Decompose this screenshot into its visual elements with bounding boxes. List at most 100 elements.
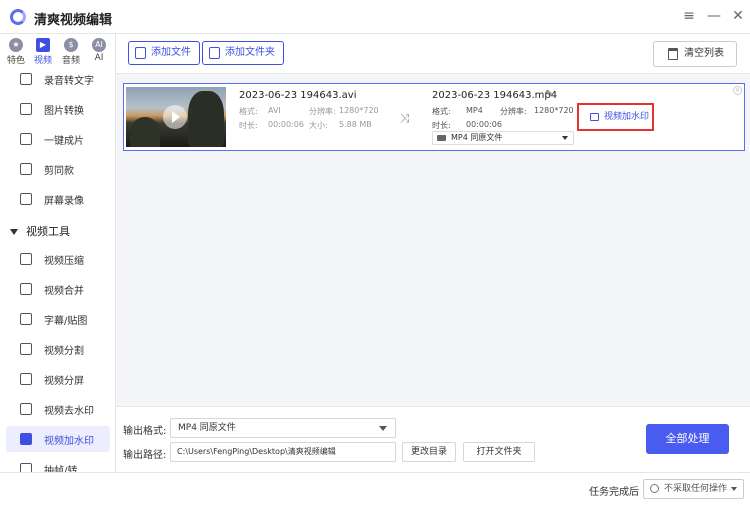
source-resolution: 1280*720: [339, 106, 379, 115]
status-bar: 任务完成后 不采取任何操作: [0, 472, 750, 505]
sidebar-item-label: 屏幕录像: [44, 196, 84, 207]
section-title: 视频工具: [26, 225, 70, 238]
output-format-dropdown[interactable]: MP4 同原文件: [170, 418, 396, 438]
video-camera-icon: [437, 135, 446, 141]
sidebar-item-label: 录音转文字: [44, 76, 94, 87]
sidebar-item-label: 视频压缩: [44, 256, 84, 267]
source-format-label: 格式:: [239, 107, 258, 116]
sidebar-item-split-screen[interactable]: 视频分屏: [6, 366, 110, 392]
button-label: 清空列表: [684, 48, 724, 59]
output-res-label: 分辨率:: [500, 107, 527, 116]
output-format-label: 输出格式:: [123, 426, 167, 437]
sidebar-item-label: 图片转换: [44, 106, 84, 117]
clear-list-button[interactable]: 清空列表: [653, 41, 737, 67]
button-label: 视频加水印: [604, 112, 650, 122]
tab-video[interactable]: ▶ 视频: [30, 38, 56, 66]
change-directory-button[interactable]: 更改目录: [402, 442, 456, 462]
output-path-label: 输出路径:: [123, 450, 167, 461]
minimize-icon[interactable]: —: [707, 8, 721, 24]
output-duration-label: 时长:: [432, 121, 451, 130]
sidebar-item-label: 字幕/贴图: [44, 316, 88, 327]
file-card[interactable]: 2023-06-23 194643.avi 格式: AVI 分辨率: 1280*…: [123, 83, 745, 151]
main-panel: 添加文件 添加文件夹 清空列表 2023-06-23 194643.avi 格式…: [116, 34, 750, 406]
output-settings: 输出格式: MP4 同原文件 输出路径: C:\Users\FengPing\D…: [116, 406, 750, 472]
film-icon: [20, 133, 32, 145]
sidebar-item-label: 剪同款: [44, 166, 74, 177]
source-format: AVI: [268, 106, 281, 115]
sidebar-item-label: 视频分屏: [44, 376, 84, 387]
template-icon: [20, 163, 32, 175]
tab-featured[interactable]: ★ 特色: [3, 38, 29, 66]
menu-icon[interactable]: ≡: [682, 8, 696, 24]
category-tabs: ★ 特色 ▶ 视频 $ 音频 AI AI: [0, 34, 115, 68]
sidebar-item-add-watermark[interactable]: 视频加水印: [6, 426, 110, 452]
source-duration: 00:00:06: [268, 120, 304, 129]
output-file-name: 2023-06-23 194643.mp4: [432, 90, 558, 101]
output-format: MP4: [466, 106, 483, 115]
split-icon: [20, 343, 32, 355]
add-file-icon: [135, 47, 146, 59]
app-title: 清爽视频编辑: [34, 13, 113, 28]
convert-arrow-icon: ⤨: [400, 111, 410, 125]
compress-icon: [20, 253, 32, 265]
sidebar-item-image-convert[interactable]: 图片转换: [6, 96, 110, 122]
after-task-select[interactable]: 不采取任何操作: [643, 479, 744, 499]
text-icon: [20, 313, 32, 325]
chevron-down-icon: [731, 487, 737, 491]
sidebar-item-subtitle[interactable]: 字幕/贴图: [6, 306, 110, 332]
toolbar: 添加文件 添加文件夹 清空列表: [116, 34, 750, 74]
video-thumbnail[interactable]: [126, 87, 226, 147]
source-res-label: 分辨率:: [309, 107, 336, 116]
tab-audio[interactable]: $ 音频: [58, 38, 84, 66]
play-icon[interactable]: [163, 105, 187, 129]
close-icon[interactable]: ✕: [731, 8, 745, 24]
sidebar-item-merge[interactable]: 视频合并: [6, 276, 110, 302]
add-folder-icon: [209, 47, 220, 59]
output-path-field[interactable]: C:\Users\FengPing\Desktop\清爽视频编辑: [170, 442, 396, 462]
sidebar-item-label: 视频去水印: [44, 406, 94, 417]
star-icon: ★: [9, 38, 23, 52]
sidebar-item-label: 视频加水印: [44, 436, 94, 447]
output-duration: 00:00:06: [466, 120, 502, 129]
select-value: MP4 同原文件: [178, 423, 236, 433]
sidebar-item-label: 视频分割: [44, 346, 84, 357]
section-video-tools[interactable]: 视频工具: [10, 223, 70, 239]
add-file-button[interactable]: 添加文件: [128, 41, 200, 65]
screen-icon: [20, 193, 32, 205]
tab-label: AI: [94, 53, 104, 63]
sidebar-item-screen-record[interactable]: 屏幕录像: [6, 186, 110, 212]
sidebar-item-audio-to-text[interactable]: 录音转文字: [6, 66, 110, 92]
audio-icon: $: [64, 38, 78, 52]
source-duration-label: 时长:: [239, 121, 258, 130]
ai-icon: AI: [92, 38, 106, 52]
trash-icon: [668, 48, 678, 60]
app-logo-icon: [10, 9, 26, 25]
title-bar: 清爽视频编辑 ≡ — ✕: [0, 0, 750, 34]
after-task-label: 任务完成后: [589, 487, 639, 498]
output-format-select[interactable]: MP4 同原文件: [432, 131, 574, 145]
stamp-icon: [20, 403, 32, 415]
image-icon: [20, 103, 32, 115]
thumbnail-shape: [188, 91, 224, 147]
select-value: 不采取任何操作: [664, 484, 728, 494]
caret-down-icon: [10, 229, 18, 235]
sidebar-item-split[interactable]: 视频分割: [6, 336, 110, 362]
process-all-button[interactable]: 全部处理: [646, 424, 729, 454]
tab-label: 视频: [33, 56, 52, 66]
sidebar-item-template[interactable]: 剪同款: [6, 156, 110, 182]
add-watermark-button[interactable]: 视频加水印: [577, 103, 654, 131]
select-value: MP4 同原文件: [451, 133, 503, 142]
tab-ai[interactable]: AI AI: [86, 38, 112, 66]
tab-label: 音频: [61, 56, 80, 66]
sidebar-item-one-click[interactable]: 一键成片: [6, 126, 110, 152]
sidebar-item-compress[interactable]: 视频压缩: [6, 246, 110, 272]
sidebar: ★ 特色 ▶ 视频 $ 音频 AI AI 录音转文字 图片转换 一键成片 剪同款…: [0, 34, 116, 505]
open-folder-button[interactable]: 打开文件夹: [463, 442, 535, 462]
add-folder-button[interactable]: 添加文件夹: [202, 41, 284, 65]
button-label: 添加文件夹: [225, 47, 275, 58]
watermark-icon: [590, 113, 599, 121]
remove-file-icon[interactable]: ✕: [733, 86, 742, 95]
sidebar-item-remove-watermark[interactable]: 视频去水印: [6, 396, 110, 422]
merge-icon: [20, 283, 32, 295]
rename-pencil-icon[interactable]: ✎: [545, 89, 553, 100]
